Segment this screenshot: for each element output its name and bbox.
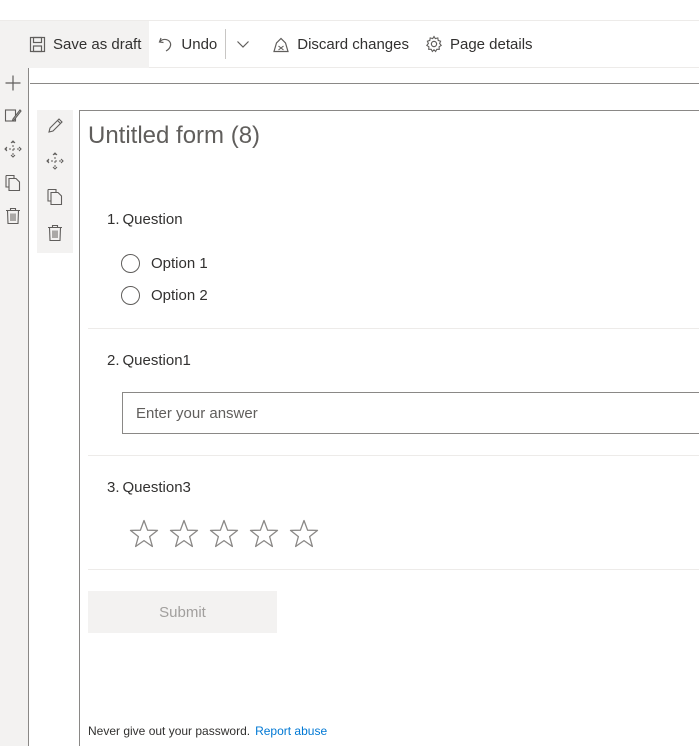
- discard-icon: [273, 37, 290, 52]
- chevron-down-icon: [237, 41, 250, 48]
- star-5-button[interactable]: [284, 514, 324, 554]
- option-2-radio[interactable]: Option 2: [121, 286, 208, 305]
- form-footer: Never give out your password. Report abus…: [88, 724, 327, 738]
- discard-changes-button[interactable]: Discard changes: [264, 21, 417, 68]
- page-details-label: Page details: [449, 35, 533, 53]
- star-icon: [169, 519, 199, 548]
- discard-changes-label: Discard changes: [297, 35, 409, 53]
- duplicate-icon[interactable]: [46, 188, 64, 206]
- move-icon[interactable]: [46, 152, 64, 170]
- question-2-label: 2. Question1: [107, 352, 191, 369]
- question-text: Question1: [122, 352, 191, 369]
- webpart-toolbar: [37, 110, 73, 253]
- question-3-label: 3. Question3: [107, 479, 191, 496]
- star-icon: [289, 519, 319, 548]
- command-bar: Save as draft Undo Discard changes Page …: [0, 20, 699, 68]
- edit-section-icon[interactable]: [4, 107, 22, 125]
- star-icon: [129, 519, 159, 548]
- star-1-button[interactable]: [124, 514, 164, 554]
- star-icon: [249, 519, 279, 548]
- undo-icon: [159, 37, 172, 52]
- answer-input[interactable]: [122, 392, 699, 434]
- star-2-button[interactable]: [164, 514, 204, 554]
- delete-icon[interactable]: [4, 207, 22, 225]
- undo-label: Undo: [181, 35, 218, 53]
- form-title: Untitled form (8): [88, 122, 261, 149]
- section-toolbar: [0, 68, 29, 746]
- save-as-draft-button[interactable]: Save as draft: [0, 20, 150, 68]
- duplicate-icon[interactable]: [4, 174, 22, 192]
- question-text: Question: [122, 211, 183, 228]
- save-icon: [29, 36, 46, 52]
- save-as-draft-label: Save as draft: [53, 35, 142, 53]
- radio-circle[interactable]: [121, 254, 140, 273]
- top-strip: [0, 0, 699, 21]
- star-rating: [124, 514, 324, 554]
- question-divider: [88, 569, 699, 570]
- question-text: Question3: [122, 479, 191, 496]
- report-abuse-link[interactable]: Report abuse: [255, 724, 327, 738]
- star-3-button[interactable]: [204, 514, 244, 554]
- password-warning: Never give out your password.: [88, 724, 251, 738]
- question-divider: [88, 328, 699, 329]
- option-label: Option 2: [151, 287, 208, 304]
- command-separator: [225, 29, 227, 59]
- radio-circle[interactable]: [121, 286, 140, 305]
- star-4-button[interactable]: [244, 514, 284, 554]
- move-icon[interactable]: [4, 140, 22, 158]
- option-label: Option 1: [151, 255, 208, 272]
- undo-dropdown-button[interactable]: [228, 21, 264, 68]
- add-icon[interactable]: [4, 74, 22, 92]
- question-number: 2.: [107, 352, 120, 369]
- undo-button[interactable]: Undo: [149, 21, 225, 68]
- question-divider: [88, 455, 699, 456]
- submit-button[interactable]: Submit: [88, 591, 277, 633]
- page-details-button[interactable]: Page details: [417, 21, 541, 68]
- question-number: 3.: [107, 479, 120, 496]
- gear-icon: [425, 35, 443, 53]
- question-number: 1.: [107, 211, 120, 228]
- question-1-label: 1. Question: [107, 211, 183, 228]
- option-1-radio[interactable]: Option 1: [121, 254, 208, 273]
- edit-icon[interactable]: [46, 117, 64, 135]
- section-border: [30, 83, 699, 84]
- star-icon: [209, 519, 239, 548]
- delete-icon[interactable]: [46, 224, 64, 242]
